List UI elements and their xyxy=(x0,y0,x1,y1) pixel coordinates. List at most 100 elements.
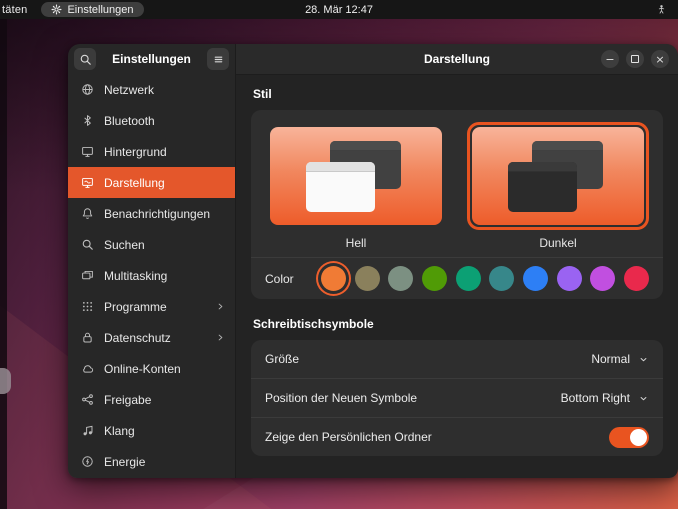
setting-label: Position der Neuen Symbole xyxy=(265,391,418,405)
accent-color-swatch-6[interactable] xyxy=(522,266,548,291)
accent-color-swatch-8[interactable] xyxy=(590,266,616,291)
toggle-knob xyxy=(630,428,647,446)
sidebar: Einstellungen Netzwerk Bluetooth Hintergru… xyxy=(68,44,236,478)
accent-color-swatch-9[interactable] xyxy=(623,266,649,291)
chevron-down-icon xyxy=(638,354,649,365)
sidebar-item-energie[interactable]: Energie xyxy=(68,446,235,477)
sidebar-item-label: Hintergrund xyxy=(104,144,167,159)
search-icon xyxy=(79,53,92,66)
sidebar-item-label: Bluetooth xyxy=(104,113,155,128)
accent-color-label: Color xyxy=(265,271,294,286)
sidebar-item-bluetooth[interactable]: Bluetooth xyxy=(68,105,235,136)
sidebar-item-label: Online-Konten xyxy=(104,361,181,376)
sidebar-item-label: Programme xyxy=(104,299,167,314)
power-icon xyxy=(81,455,94,468)
style-section-title: Stil xyxy=(253,87,272,101)
lock-icon xyxy=(81,331,94,344)
dock-item-edge xyxy=(0,368,11,394)
accent-color-row: Color xyxy=(251,258,663,299)
main-menu-button[interactable] xyxy=(207,48,229,70)
sidebar-item-programme[interactable]: Programme xyxy=(68,291,235,322)
theme-label: Hell xyxy=(345,236,367,250)
theme-preview xyxy=(467,122,649,230)
main-panel: Darstellung − × Stil Hell Dunkel Color Sch… xyxy=(236,44,678,478)
accent-color-swatch-0[interactable] xyxy=(321,266,346,291)
settings-window: Einstellungen Netzwerk Bluetooth Hintergru… xyxy=(68,44,678,478)
desktop-icons-card: Größe Normal Position der Neuen Symbole Bot… xyxy=(251,340,663,456)
dropdown-current-value: Normal xyxy=(591,352,630,366)
sidebar-item-label: Freigabe xyxy=(104,392,152,407)
theme-option-hell[interactable]: Hell xyxy=(265,122,447,250)
dropdown-value[interactable]: Normal xyxy=(591,352,649,366)
sidebar-header: Einstellungen xyxy=(68,44,235,74)
dropdown-value[interactable]: Bottom Right xyxy=(561,391,649,405)
sidebar-item-klang[interactable]: Klang xyxy=(68,415,235,446)
desktop: täten Einstellungen 28. Mär 12:47 Einste… xyxy=(0,0,678,509)
desktop-icons-section-title: Schreibtischsymbole xyxy=(253,317,374,331)
multitasking-icon xyxy=(81,269,94,282)
setting-row-0[interactable]: Größe Normal xyxy=(251,340,663,378)
accessibility-status-icon[interactable] xyxy=(656,3,667,19)
chevron-right-icon xyxy=(215,301,226,312)
accent-color-swatch-2[interactable] xyxy=(388,266,414,291)
sidebar-item-label: Datenschutz xyxy=(104,330,171,345)
style-card: Hell Dunkel Color xyxy=(251,110,663,299)
dock-edge xyxy=(0,19,7,509)
setting-label: Zeige den Persönlichen Ordner xyxy=(265,430,432,444)
window-controls: − × xyxy=(601,50,678,68)
toggle-switch[interactable] xyxy=(609,426,649,448)
sidebar-item-netzwerk[interactable]: Netzwerk xyxy=(68,74,235,105)
bell-icon xyxy=(81,207,94,220)
chevron-right-icon xyxy=(215,332,226,343)
sidebar-item-label: Energie xyxy=(104,454,146,469)
dropdown-current-value: Bottom Right xyxy=(560,391,630,405)
accent-color-swatches xyxy=(321,266,649,291)
theme-selector: Hell Dunkel xyxy=(251,110,663,257)
search-icon xyxy=(81,238,94,251)
activities-button[interactable]: täten xyxy=(2,4,27,16)
minimize-button[interactable]: − xyxy=(601,50,619,68)
sidebar-item-benachrichtigungen[interactable]: Benachrichtigungen xyxy=(68,198,235,229)
preview-window-front xyxy=(306,162,375,213)
sidebar-item-darstellung[interactable]: Darstellung xyxy=(68,167,235,198)
hamburger-menu-icon xyxy=(212,53,225,66)
sidebar-item-multitasking[interactable]: Multitasking xyxy=(68,260,235,291)
accent-color-swatch-1[interactable] xyxy=(354,266,380,291)
sidebar-item-freigabe[interactable]: Freigabe xyxy=(68,384,235,415)
note-icon xyxy=(81,424,94,437)
preview-window-front xyxy=(508,162,577,213)
globe-icon xyxy=(81,83,94,96)
cloud-icon xyxy=(81,362,94,375)
theme-option-dunkel[interactable]: Dunkel xyxy=(467,122,649,250)
clock[interactable]: 28. Mär 12:47 xyxy=(305,4,373,16)
focused-app-label: Einstellungen xyxy=(67,3,134,16)
accent-color-swatch-3[interactable] xyxy=(421,266,447,291)
headerbar: Darstellung − × xyxy=(236,44,678,75)
sidebar-item-label: Multitasking xyxy=(104,268,168,283)
bluetooth-icon xyxy=(81,114,94,127)
sidebar-item-online-konten[interactable]: Online-Konten xyxy=(68,353,235,384)
accent-color-swatch-5[interactable] xyxy=(489,266,515,291)
monitor-icon xyxy=(81,145,94,158)
top-bar: täten Einstellungen 28. Mär 12:47 xyxy=(0,0,678,19)
grid-icon xyxy=(81,300,94,313)
sidebar-item-hintergrund[interactable]: Hintergrund xyxy=(68,136,235,167)
setting-row-2[interactable]: Zeige den Persönlichen Ordner xyxy=(251,418,663,456)
share-icon xyxy=(81,393,94,406)
accent-color-swatch-4[interactable] xyxy=(455,266,481,291)
setting-row-1[interactable]: Position der Neuen Symbole Bottom Right xyxy=(251,379,663,417)
sidebar-item-label: Klang xyxy=(104,423,135,438)
sidebar-item-suchen[interactable]: Suchen xyxy=(68,229,235,260)
close-button[interactable]: × xyxy=(651,50,669,68)
focused-app-menu[interactable]: Einstellungen xyxy=(41,2,144,17)
maximize-button[interactable] xyxy=(626,50,644,68)
chevron-down-icon xyxy=(638,393,649,404)
sidebar-nav: Netzwerk Bluetooth Hintergrund Darstellung B… xyxy=(68,74,235,478)
appearance-icon xyxy=(81,176,94,189)
search-button[interactable] xyxy=(74,48,96,70)
sidebar-item-datenschutz[interactable]: Datenschutz xyxy=(68,322,235,353)
setting-label: Größe xyxy=(265,352,300,366)
gear-icon xyxy=(51,4,62,15)
sidebar-item-label: Darstellung xyxy=(104,175,165,190)
accent-color-swatch-7[interactable] xyxy=(556,266,582,291)
